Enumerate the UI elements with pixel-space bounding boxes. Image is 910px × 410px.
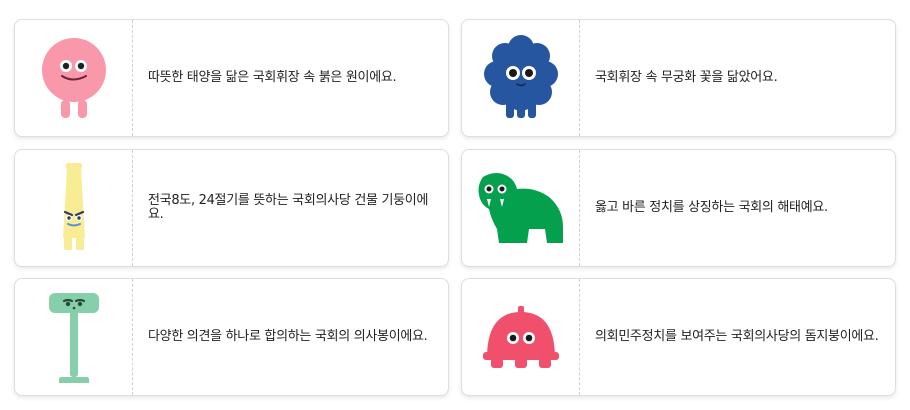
character-description: 옳고 바른 정치를 상징하는 국회의 해태예요. <box>595 200 828 215</box>
character-card-pink-sun: 따뜻한 태양을 닮은 국회휘장 속 붉은 원이에요. <box>14 19 449 137</box>
character-description: 전국8도, 24절기를 뜻하는 국회의사당 건물 기둥이에요. <box>148 193 429 222</box>
green-haetae-character <box>478 173 563 243</box>
character-image-box <box>462 20 580 136</box>
character-image-box <box>462 279 580 395</box>
character-card-yellow-pillar: 전국8도, 24절기를 뜻하는 국회의사당 건물 기둥이에요. <box>14 149 449 267</box>
red-dome-character <box>482 306 559 368</box>
character-card-red-dome: 의회민주정치를 보여주는 국회의사당의 돔지붕이에요. <box>461 278 896 396</box>
character-description: 다양한 의견을 하나로 합의하는 국회의 의사봉이에요. <box>148 329 428 344</box>
character-image-box <box>15 150 133 266</box>
character-description: 따뜻한 태양을 닮은 국회휘장 속 붉은 원이에요. <box>148 70 397 85</box>
yellow-pillar-character <box>62 163 85 250</box>
character-description: 의회민주정치를 보여주는 국회의사당의 돔지붕이에요. <box>595 329 879 344</box>
character-card-blue-flower: 국회휘장 속 무궁화 꽃을 닮았어요. <box>461 19 896 137</box>
pink-round-sun-character <box>41 38 106 118</box>
character-card-green-haetae: 옳고 바른 정치를 상징하는 국회의 해태예요. <box>461 149 896 267</box>
character-card-grid: 따뜻한 태양을 닮은 국회휘장 속 붉은 원이에요. 국회휘장 속 무궁화 꽃을… <box>0 0 910 410</box>
character-card-mint-stick: 다양한 의견을 하나로 합의하는 국회의 의사봉이에요. <box>14 278 449 396</box>
blue-flower-character <box>483 35 558 118</box>
character-image-box <box>15 279 133 395</box>
character-image-box <box>462 150 580 266</box>
character-description: 국회휘장 속 무궁화 꽃을 닮았어요. <box>595 70 778 85</box>
mint-stick-character <box>48 293 99 383</box>
character-image-box <box>15 20 133 136</box>
